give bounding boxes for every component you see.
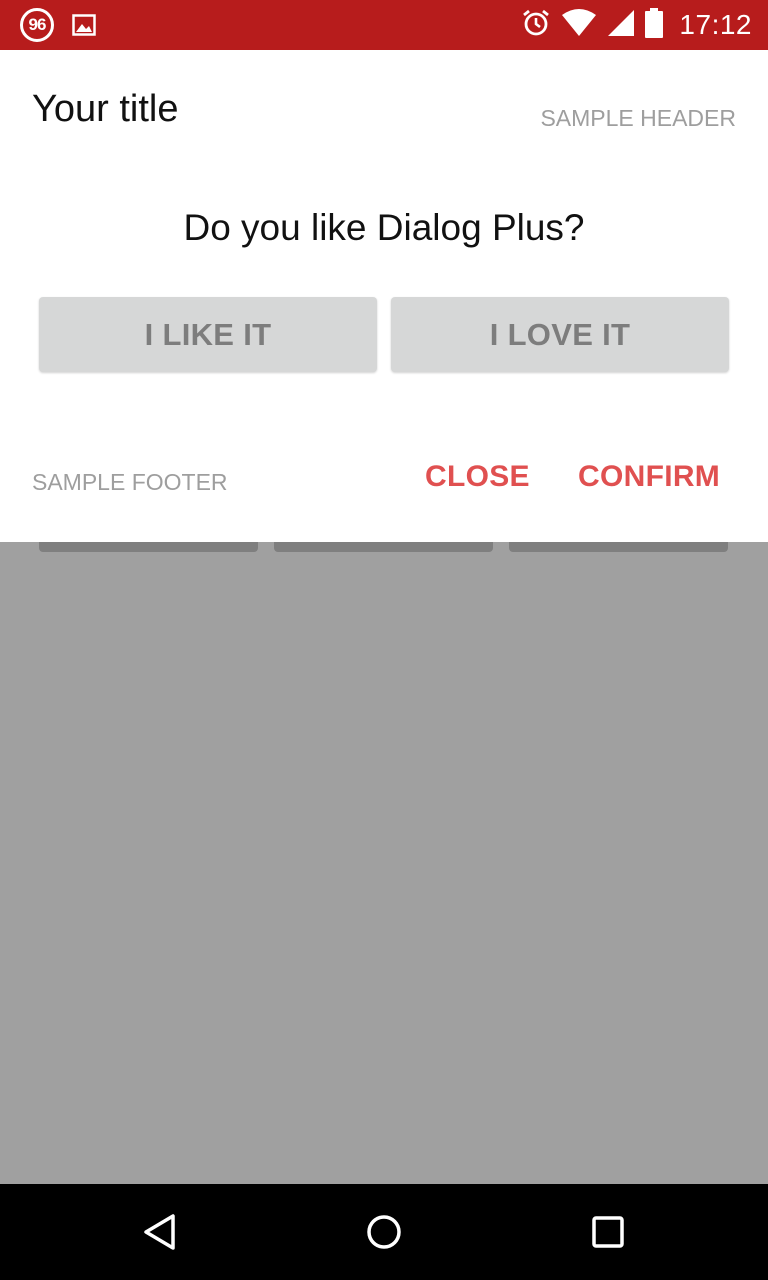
navigation-bar: [0, 1184, 768, 1280]
notification-badge-count: 96: [28, 15, 47, 34]
badge-96-icon: 96: [20, 8, 54, 42]
background-button-edge: [39, 542, 258, 552]
confirm-button[interactable]: CONFIRM: [578, 460, 720, 494]
i-like-it-button[interactable]: I LIKE IT: [39, 297, 377, 372]
status-bar: 96 17:12: [0, 0, 768, 50]
close-button[interactable]: CLOSE: [425, 460, 530, 494]
background-button-edge: [274, 542, 493, 552]
battery-icon: [645, 7, 664, 43]
image-icon: [72, 13, 96, 37]
signal-icon: [607, 9, 635, 42]
dialog-question: Do you like Dialog Plus?: [183, 207, 585, 248]
dialog-header: SAMPLE HEADER: [540, 105, 736, 131]
back-icon[interactable]: [136, 1208, 184, 1256]
dialog: Your title SAMPLE HEADER Do you like Dia…: [0, 50, 768, 542]
background-button-edge: [509, 542, 728, 552]
home-icon[interactable]: [360, 1208, 408, 1256]
status-bar-system: 17:12: [521, 7, 752, 43]
alarm-icon: [521, 8, 551, 43]
status-bar-notifications: 96: [20, 8, 96, 42]
recents-icon[interactable]: [584, 1208, 632, 1256]
wifi-icon: [561, 8, 597, 42]
i-love-it-button[interactable]: I LOVE IT: [391, 297, 729, 372]
dialog-footer: SAMPLE FOOTER: [32, 469, 228, 495]
status-bar-time: 17:12: [679, 9, 752, 40]
dialog-title: Your title: [32, 88, 179, 130]
